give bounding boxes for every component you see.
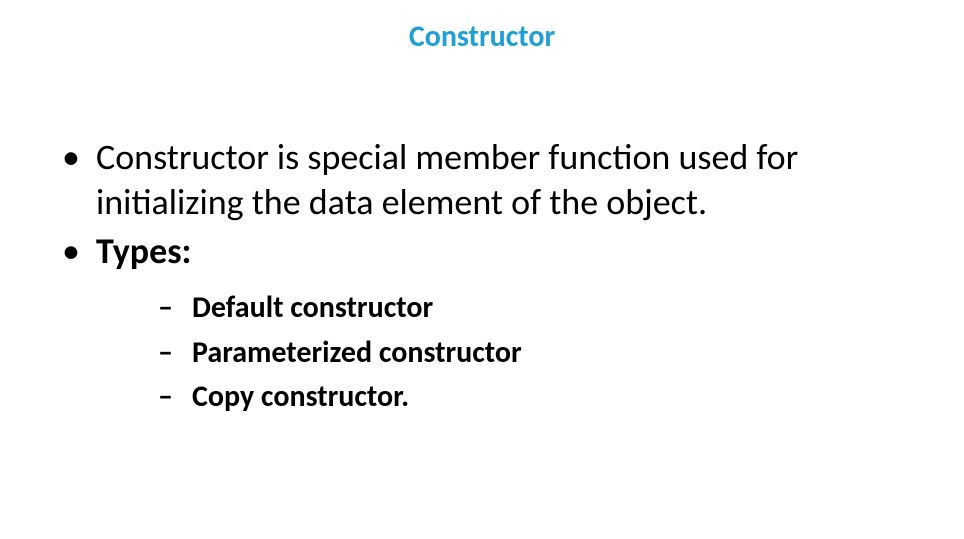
slide-body: Constructor is special member function u… bbox=[40, 135, 924, 422]
sub-bullet-item: Copy constructor. bbox=[96, 377, 924, 418]
slide-title: Constructor bbox=[0, 18, 964, 55]
bullet-item: Constructor is special member function u… bbox=[40, 135, 924, 225]
sub-bullet-text: Copy constructor. bbox=[192, 378, 409, 415]
bullet-list-level1: Constructor is special member function u… bbox=[40, 135, 924, 418]
bullet-text: Types: bbox=[96, 229, 191, 273]
bullet-list-level2: Default constructor Parameterized constr… bbox=[96, 288, 924, 418]
sub-bullet-item: Parameterized constructor bbox=[96, 333, 924, 374]
bullet-item: Types: Default constructor Parameterized… bbox=[40, 229, 924, 418]
sub-bullet-text: Parameterized constructor bbox=[192, 334, 522, 371]
slide: Constructor Constructor is special membe… bbox=[0, 0, 964, 539]
sub-bullet-text: Default constructor bbox=[192, 289, 433, 326]
bullet-text: Constructor is special member function u… bbox=[96, 135, 798, 224]
sub-bullet-item: Default constructor bbox=[96, 288, 924, 329]
